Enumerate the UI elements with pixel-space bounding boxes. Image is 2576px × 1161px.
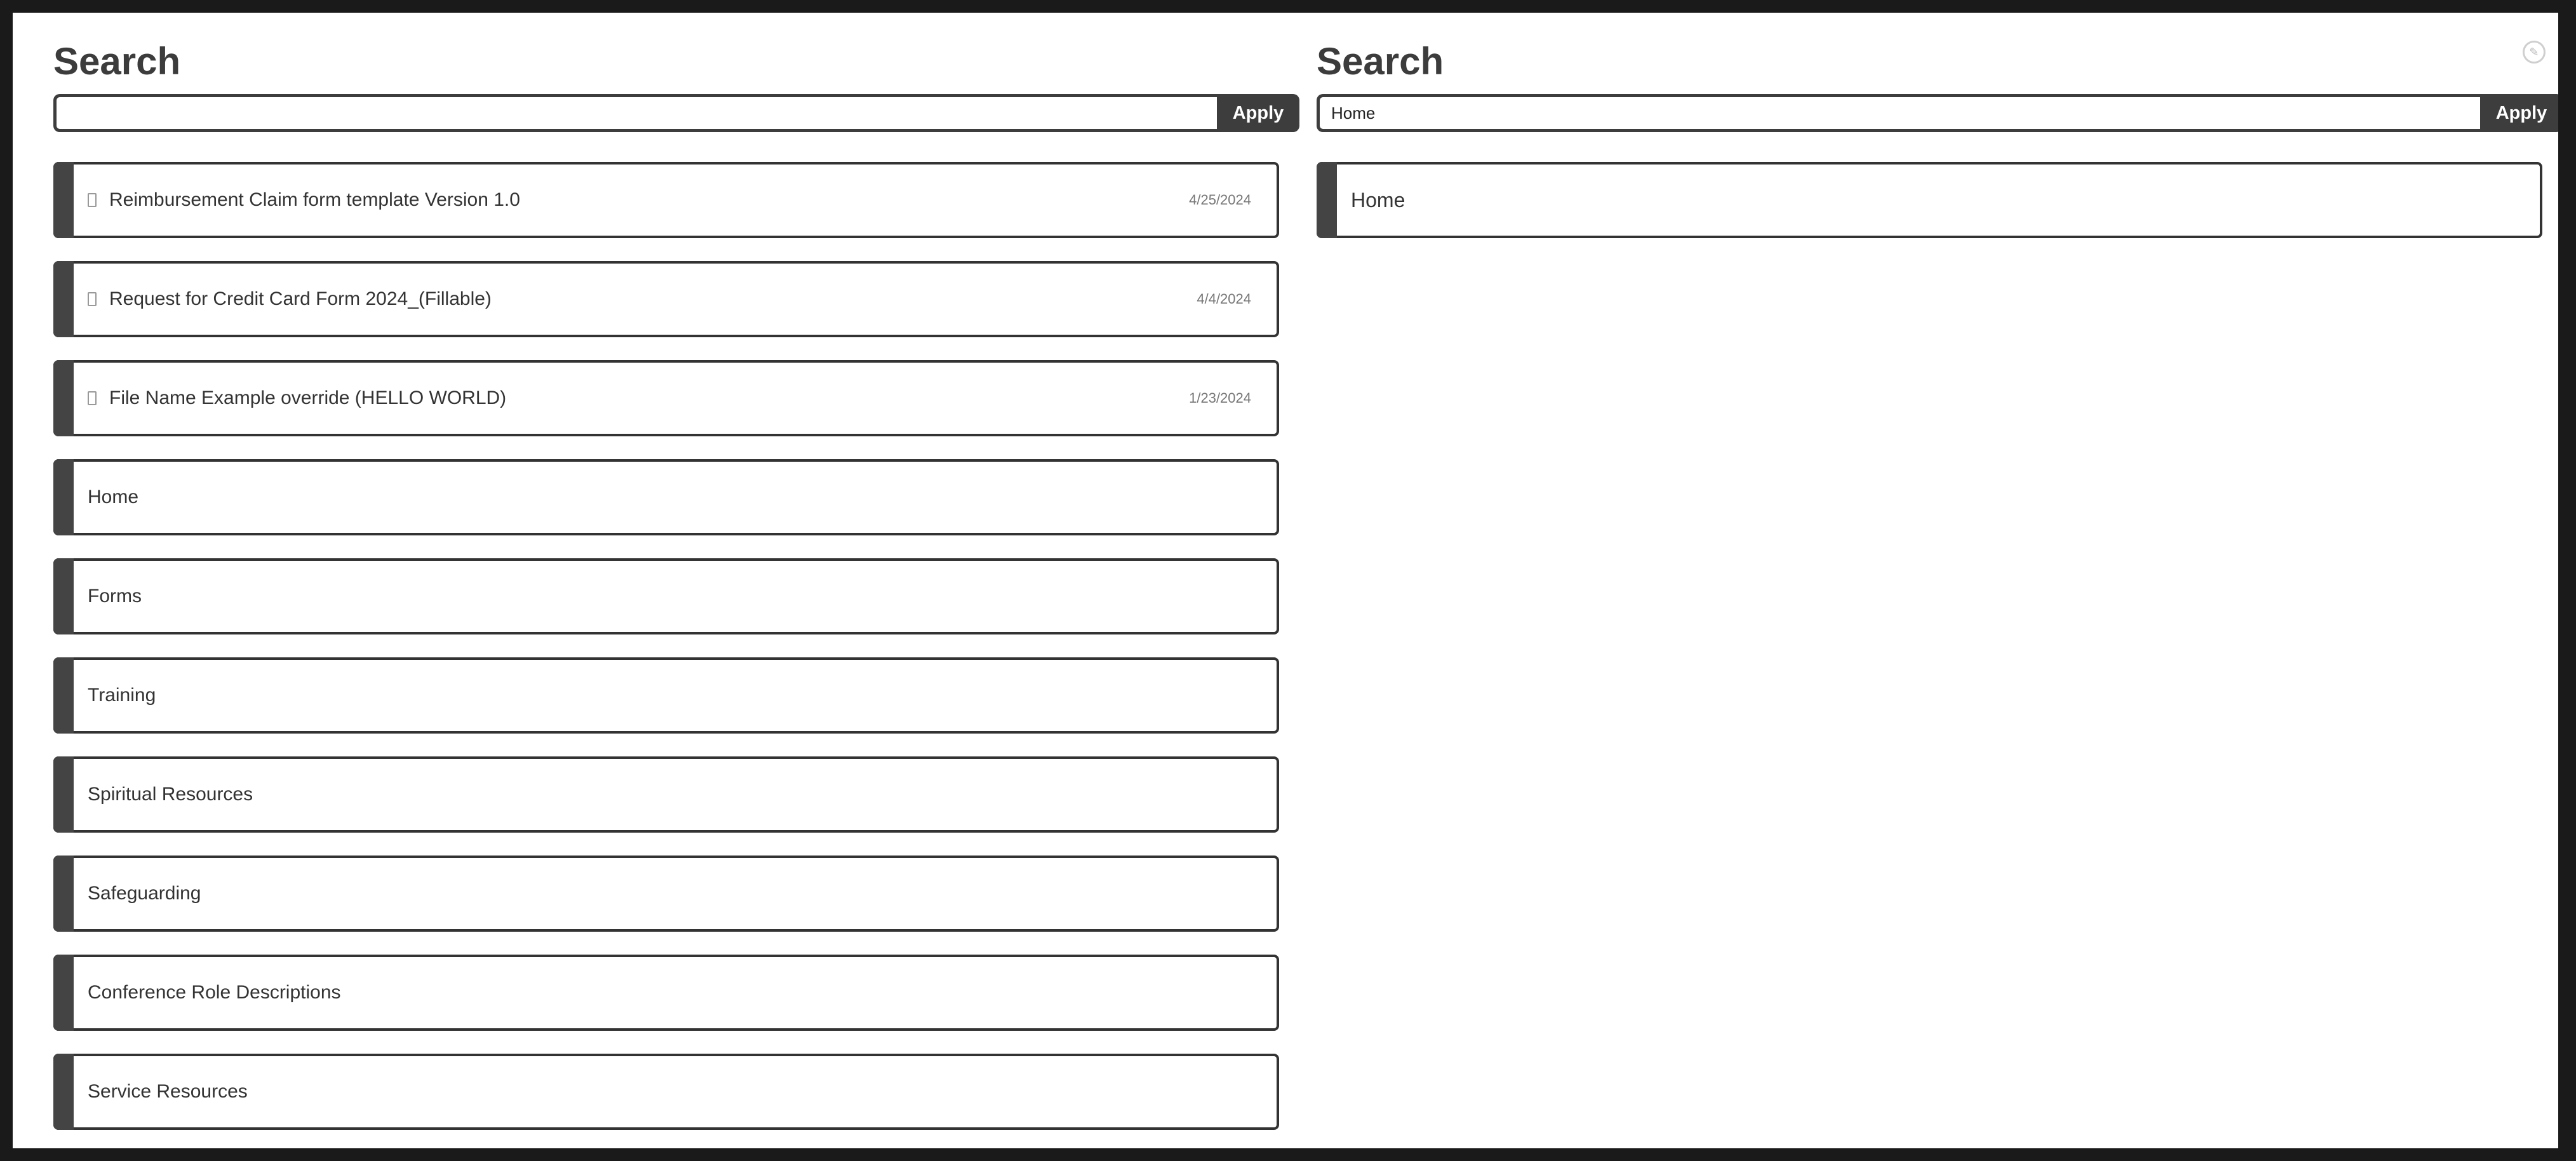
result-title: Service Resources (88, 1081, 248, 1102)
item-accent-bar (53, 558, 74, 634)
item-accent-bar (53, 1054, 74, 1130)
result-title: Spiritual Resources (88, 784, 253, 805)
result-item-file[interactable]: Request for Credit Card Form 2024_(Filla… (53, 261, 1279, 337)
search-panel-left: Search Apply Reimbursement Claim form te… (53, 13, 1299, 1130)
result-item-page[interactable]: Training (53, 657, 1279, 734)
item-accent-bar (53, 657, 74, 734)
search-input[interactable] (53, 94, 1217, 132)
pencil-icon[interactable]: ✎ (2523, 41, 2546, 64)
result-title: Conference Role Descriptions (88, 982, 341, 1003)
result-title: Forms (88, 586, 142, 607)
item-accent-bar (53, 459, 74, 535)
result-title: Safeguarding (88, 883, 201, 904)
result-item-page[interactable]: Home (53, 459, 1279, 535)
result-item-page[interactable]: Home (1317, 162, 2542, 238)
search-input[interactable] (1317, 94, 2480, 132)
result-item-file[interactable]: Reimbursement Claim form template Versio… (53, 162, 1279, 238)
result-date: 1/23/2024 (1189, 390, 1251, 406)
result-title: Home (88, 487, 139, 507)
result-title: Training (88, 685, 156, 706)
result-title: File Name Example override (HELLO WORLD) (109, 387, 507, 408)
results-list: Home (1317, 162, 2558, 261)
result-item-page[interactable]: Service Resources (53, 1054, 1279, 1130)
result-title: Request for Credit Card Form 2024_(Filla… (109, 288, 492, 309)
document-icon (88, 391, 97, 405)
page-title: Search (53, 40, 181, 83)
result-date: 4/25/2024 (1189, 192, 1251, 208)
results-list: Reimbursement Claim form template Versio… (53, 162, 1299, 1148)
search-panel-right: Search Apply Home (1317, 13, 2558, 238)
item-accent-bar (1317, 162, 1337, 238)
result-title: Reimbursement Claim form template Versio… (109, 189, 520, 210)
item-accent-bar (53, 261, 74, 337)
page-title: Search (1317, 40, 1444, 83)
result-item-page[interactable]: Safeguarding (53, 856, 1279, 932)
item-accent-bar (53, 360, 74, 436)
result-item-page[interactable]: Conference Role Descriptions (53, 955, 1279, 1031)
result-item-page[interactable]: Spiritual Resources (53, 756, 1279, 833)
result-title: Home (1351, 188, 1405, 211)
apply-button[interactable]: Apply (1217, 94, 1299, 132)
item-accent-bar (53, 955, 74, 1031)
item-accent-bar (53, 756, 74, 833)
item-accent-bar (53, 162, 74, 238)
apply-button[interactable]: Apply (2480, 94, 2558, 132)
document-icon (88, 193, 97, 207)
search-bar: Apply (1317, 94, 2558, 132)
search-bar: Apply (53, 94, 1299, 132)
result-date: 4/4/2024 (1197, 291, 1251, 307)
result-item-page[interactable]: Forms (53, 558, 1279, 634)
item-accent-bar (53, 856, 74, 932)
result-item-file[interactable]: File Name Example override (HELLO WORLD)… (53, 360, 1279, 436)
document-icon (88, 292, 97, 306)
page-frame: Search Apply Reimbursement Claim form te… (13, 13, 2558, 1148)
